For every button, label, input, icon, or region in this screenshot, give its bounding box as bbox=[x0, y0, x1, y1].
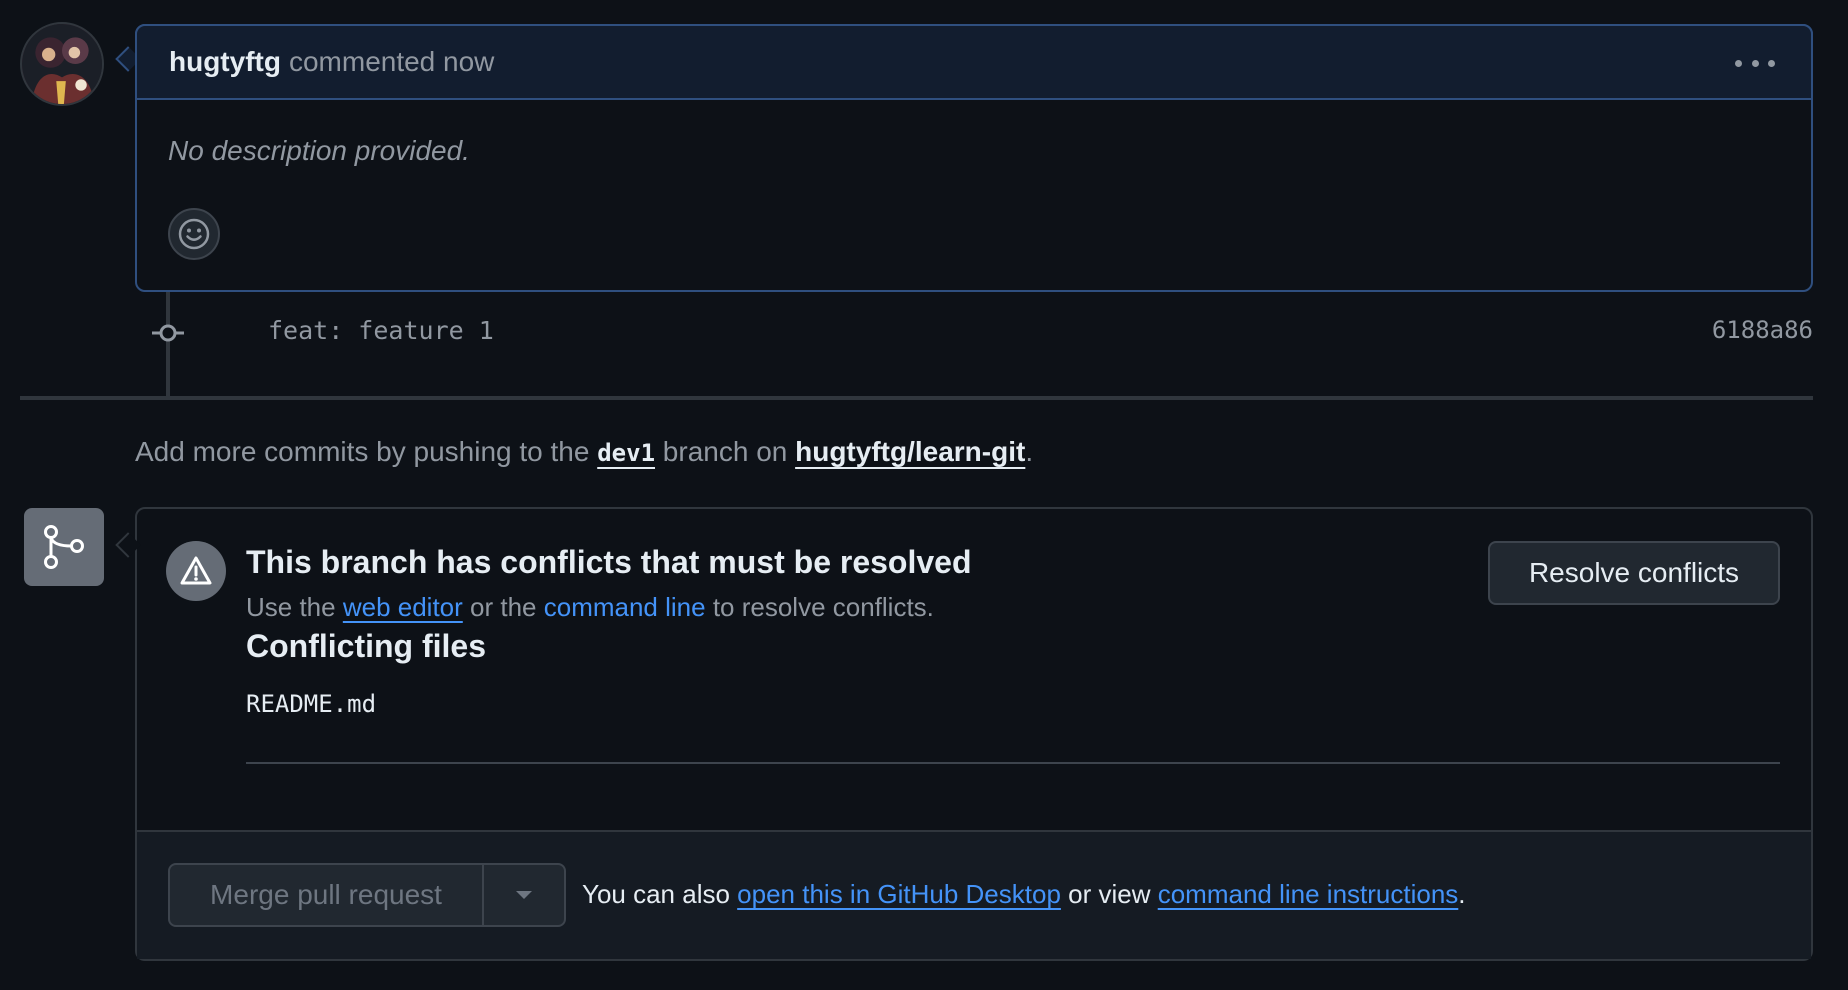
push-hint: Add more commits by pushing to the dev1 … bbox=[135, 436, 1033, 468]
git-commit-icon bbox=[151, 318, 185, 348]
merge-pull-request-button[interactable]: Merge pull request bbox=[170, 865, 484, 925]
web-editor-link[interactable]: web editor bbox=[343, 592, 463, 622]
conflict-subtitle: Use the web editor or the command line t… bbox=[246, 592, 934, 623]
files-divider bbox=[246, 762, 1780, 764]
commit-message[interactable]: feat: feature 1 bbox=[268, 316, 494, 345]
conflict-sub-middle: or the bbox=[462, 592, 544, 622]
add-reaction-button[interactable] bbox=[168, 208, 220, 260]
footer-prefix: You can also bbox=[582, 879, 738, 909]
comment-header: hugtyftg commented now bbox=[135, 24, 1813, 100]
avatar-image bbox=[22, 24, 102, 104]
conflict-sub-prefix: Use the bbox=[246, 592, 343, 622]
commit-sha[interactable]: 6188a86 bbox=[1712, 316, 1813, 344]
alert-icon bbox=[166, 541, 226, 601]
smiley-icon bbox=[178, 218, 210, 250]
push-hint-suffix: . bbox=[1025, 436, 1034, 467]
conflict-title: This branch has conflicts that must be r… bbox=[246, 544, 972, 580]
conflicting-files-title: Conflicting files bbox=[246, 628, 486, 664]
command-line-link[interactable]: command line bbox=[544, 592, 706, 622]
merge-method-dropdown[interactable] bbox=[484, 865, 564, 925]
comment-body: No description provided. bbox=[168, 135, 470, 166]
push-hint-middle: branch on bbox=[655, 436, 796, 467]
resolve-conflicts-button[interactable]: Resolve conflicts bbox=[1488, 541, 1780, 605]
footer-middle: or view bbox=[1060, 879, 1158, 909]
conflict-sub-suffix: to resolve conflicts. bbox=[705, 592, 934, 622]
github-desktop-link[interactable]: open this in GitHub Desktop bbox=[737, 879, 1061, 909]
footer-suffix: . bbox=[1458, 879, 1466, 909]
timeline-divider bbox=[20, 396, 1813, 400]
triangle-down-icon bbox=[516, 891, 532, 899]
branch-name[interactable]: dev1 bbox=[597, 439, 655, 467]
merge-button-group: Merge pull request bbox=[168, 863, 566, 927]
merge-footer-hint: You can also open this in GitHub Desktop… bbox=[582, 879, 1466, 910]
command-line-instructions-link[interactable]: command line instructions bbox=[1158, 879, 1459, 909]
comment-timestamp: commented now bbox=[288, 46, 495, 77]
git-branch-icon bbox=[24, 508, 104, 586]
kebab-horizontal-icon[interactable] bbox=[1735, 48, 1775, 78]
repo-link[interactable]: hugtyftg/learn-git bbox=[795, 436, 1025, 467]
conflicting-file: README.md bbox=[246, 690, 377, 718]
push-hint-prefix: Add more commits by pushing to the bbox=[135, 436, 598, 467]
avatar[interactable] bbox=[20, 22, 104, 106]
comment-author[interactable]: hugtyftg bbox=[169, 46, 281, 78]
